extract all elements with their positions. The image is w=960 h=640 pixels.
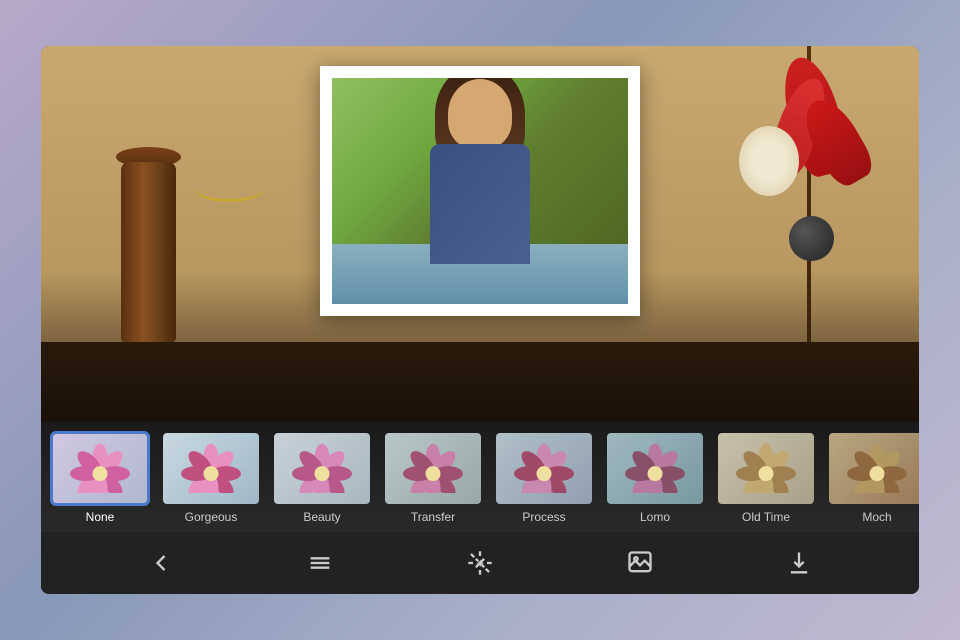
filter-none[interactable]: None (46, 431, 154, 524)
app-window: None Gorgeous Beauty Transfer (41, 46, 919, 594)
white-flower (739, 126, 799, 196)
filter-old-time[interactable]: Old Time (712, 431, 820, 524)
left-cylinder (121, 162, 176, 342)
framed-photo (320, 66, 640, 316)
scene-background (41, 46, 919, 422)
framed-photo-inner (332, 78, 628, 304)
gallery-button[interactable] (618, 541, 662, 585)
svg-text:✦: ✦ (475, 558, 485, 571)
photo-area (41, 46, 919, 422)
filter-label-beauty: Beauty (303, 510, 340, 524)
toolbar: ✦ (41, 532, 919, 594)
filter-moch[interactable]: Moch (823, 431, 919, 524)
filter-lomo[interactable]: Lomo (601, 431, 709, 524)
magic-button[interactable]: ✦ (458, 541, 502, 585)
person-figure (410, 94, 550, 304)
face (448, 79, 512, 149)
filter-beauty[interactable]: Beauty (268, 431, 376, 524)
filter-strip: None Gorgeous Beauty Transfer (41, 422, 919, 532)
download-button[interactable] (777, 541, 821, 585)
back-button[interactable] (139, 541, 183, 585)
shirt (430, 144, 530, 264)
filter-label-transfer: Transfer (411, 510, 455, 524)
filter-label-lomo: Lomo (640, 510, 670, 524)
filter-label-old-time: Old Time (742, 510, 790, 524)
filter-label-process: Process (522, 510, 565, 524)
filter-gorgeous[interactable]: Gorgeous (157, 431, 265, 524)
filter-label-gorgeous: Gorgeous (185, 510, 238, 524)
dark-ball (789, 216, 834, 261)
filter-label-moch: Moch (862, 510, 891, 524)
filter-transfer[interactable]: Transfer (379, 431, 487, 524)
cylinder-rope (193, 172, 265, 202)
filter-process[interactable]: Process (490, 431, 598, 524)
layers-button[interactable] (298, 541, 342, 585)
scene-bottom (41, 342, 919, 422)
filter-label-none: None (86, 510, 115, 524)
